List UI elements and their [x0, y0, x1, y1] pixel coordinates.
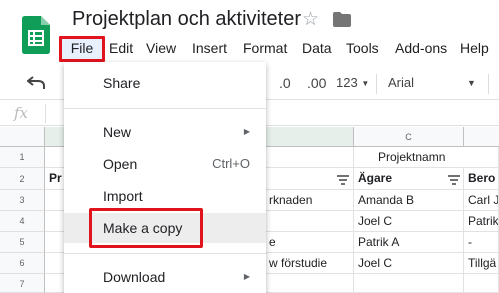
import-label: Import	[103, 188, 143, 204]
chevron-down-icon: ▼	[361, 79, 370, 89]
column-header-b-continued[interactable]	[265, 127, 354, 147]
row-header-5[interactable]: 5	[0, 232, 45, 253]
file-menu-import[interactable]: Import	[64, 181, 266, 211]
column-header-d[interactable]	[464, 127, 499, 147]
menu-data[interactable]: Data	[302, 36, 332, 62]
filter-icon[interactable]	[448, 175, 460, 185]
select-all-corner[interactable]	[0, 127, 45, 147]
new-label: New	[103, 124, 132, 140]
menu-edit[interactable]: Edit	[109, 36, 133, 62]
menu-divider	[64, 253, 266, 254]
folder-icon[interactable]	[333, 12, 351, 27]
cell-d5[interactable]: -	[464, 232, 499, 253]
open-shortcut: Ctrl+O	[212, 156, 250, 171]
make-copy-highlight-annotation	[89, 208, 203, 248]
menu-divider	[64, 108, 266, 109]
share-label: Share	[103, 75, 141, 91]
menu-insert[interactable]: Insert	[192, 36, 227, 62]
filter-icon[interactable]	[337, 175, 349, 185]
menu-view[interactable]: View	[146, 36, 176, 62]
cell-c1[interactable]: Projektnamn	[354, 147, 499, 168]
fx-icon: fx	[14, 104, 29, 122]
column-header-c[interactable]: C	[354, 127, 464, 147]
file-menu-new[interactable]: New ▶	[64, 117, 266, 147]
file-menu-open[interactable]: Open Ctrl+O	[64, 149, 266, 179]
decrease-decimal-button[interactable]: .0	[279, 75, 291, 91]
open-label: Open	[103, 156, 138, 172]
file-menu-dropdown: Share New ▶ Open Ctrl+O Import Make a co…	[64, 62, 266, 293]
download-label: Download	[103, 269, 166, 285]
font-dropdown[interactable]: Arial	[388, 75, 414, 90]
row-header-6[interactable]: 6	[0, 253, 45, 274]
menu-format[interactable]: Format	[243, 36, 287, 62]
document-title[interactable]: Projektplan och aktiviteter	[72, 8, 301, 31]
cell-c4[interactable]: Joel C	[354, 211, 464, 232]
cell-d4[interactable]: Patrik	[464, 211, 499, 232]
menu-file[interactable]: File	[59, 36, 105, 62]
number-format-dropdown[interactable]: 123 ▼	[336, 75, 369, 90]
cell-c6[interactable]: Joel C	[354, 253, 464, 274]
cell-c7[interactable]	[354, 274, 464, 293]
file-menu-share[interactable]: Share	[64, 68, 266, 98]
number-format-label: 123	[336, 75, 358, 90]
row-header-4[interactable]: 4	[0, 211, 45, 232]
row-header-1[interactable]: 1	[0, 147, 45, 168]
cell-d3[interactable]: Carl J	[464, 190, 499, 211]
undo-icon[interactable]	[27, 76, 45, 90]
increase-decimal-button[interactable]: .00	[307, 75, 326, 91]
cell-c5[interactable]: Patrik A	[354, 232, 464, 253]
submenu-arrow-icon: ▶	[243, 272, 250, 281]
row-header-2[interactable]: 2	[0, 168, 45, 190]
menu-tools[interactable]: Tools	[346, 36, 379, 62]
cell-c3[interactable]: Amanda B	[354, 190, 464, 211]
star-icon[interactable]: ☆	[302, 8, 319, 31]
file-menu-download[interactable]: Download ▶	[64, 262, 266, 292]
cell-d7[interactable]	[464, 274, 499, 293]
submenu-arrow-icon: ▶	[243, 127, 250, 136]
menu-addons[interactable]: Add-ons	[395, 36, 447, 62]
cell-d6[interactable]: Tillgä	[464, 253, 499, 274]
menu-help[interactable]: Help	[460, 36, 489, 62]
cell-d2[interactable]: Bero	[464, 168, 499, 190]
sheets-window: Projektplan och aktiviteter ☆ File Edit …	[0, 0, 499, 293]
chevron-down-icon[interactable]: ▼	[467, 78, 476, 88]
row-header-3[interactable]: 3	[0, 190, 45, 211]
sheets-logo-icon[interactable]	[22, 16, 50, 54]
row-header-7[interactable]: 7	[0, 274, 45, 293]
